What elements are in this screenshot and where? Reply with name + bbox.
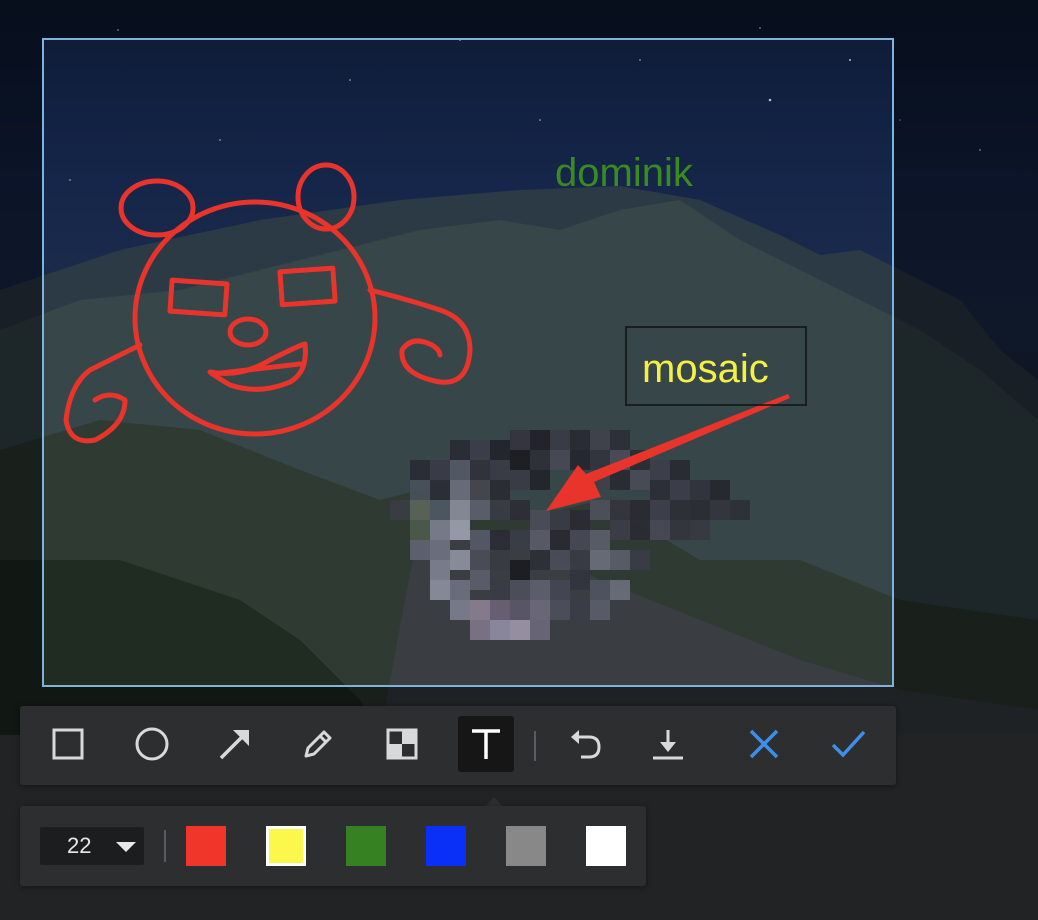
confirm-button[interactable] — [820, 716, 876, 772]
pencil-icon — [304, 730, 332, 758]
undo-icon — [571, 730, 601, 759]
annotation-toolbar — [20, 706, 896, 785]
text-tool[interactable] — [458, 716, 514, 772]
color-swatch-green[interactable] — [346, 826, 386, 866]
dropdown-arrow-icon — [116, 842, 136, 852]
color-swatch-red[interactable] — [186, 826, 226, 866]
cancel-button[interactable] — [736, 716, 792, 772]
ellipse-tool[interactable] — [124, 716, 180, 772]
capture-selection-frame[interactable] — [42, 38, 894, 687]
text-t-icon — [472, 729, 500, 759]
rectangle-tool[interactable] — [40, 716, 96, 772]
font-size-select[interactable]: 22 — [40, 827, 144, 865]
color-swatch-blue[interactable] — [426, 826, 466, 866]
arrow-tool[interactable] — [207, 716, 263, 772]
arrow-icon — [219, 730, 249, 760]
options-panel-pointer — [486, 797, 502, 806]
checkmark-icon — [831, 730, 866, 758]
toolbar-separator — [534, 731, 536, 761]
mosaic-tool[interactable] — [374, 716, 430, 772]
mosaic-icon — [386, 728, 418, 760]
pen-tool[interactable] — [290, 716, 346, 772]
options-separator — [164, 830, 166, 862]
undo-button[interactable] — [557, 716, 613, 772]
square-icon — [52, 728, 84, 760]
color-swatch-white[interactable] — [586, 826, 626, 866]
close-icon — [749, 729, 779, 759]
circle-icon — [135, 727, 169, 761]
download-icon — [653, 730, 683, 760]
text-options-panel: 22 — [20, 806, 646, 886]
download-button[interactable] — [640, 716, 696, 772]
color-swatch-yellow[interactable] — [266, 826, 306, 866]
color-swatch-gray[interactable] — [506, 826, 546, 866]
font-size-value: 22 — [67, 833, 92, 858]
